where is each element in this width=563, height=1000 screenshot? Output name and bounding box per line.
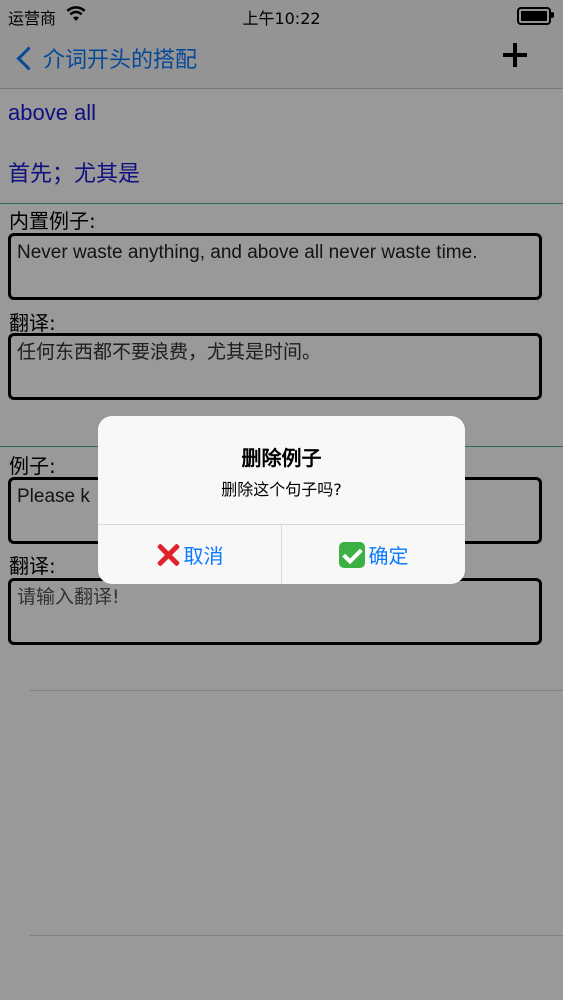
alert-message: 删除这个句子吗? bbox=[221, 480, 342, 499]
cross-mark-icon bbox=[156, 543, 180, 567]
delete-example-alert: 删除例子 删除这个句子吗? 取消 确定 bbox=[98, 416, 465, 584]
alert-title: 删除例子 bbox=[241, 446, 322, 470]
check-mark-icon bbox=[338, 541, 365, 568]
confirm-label: 确定 bbox=[368, 544, 409, 568]
cancel-button[interactable]: 取消 bbox=[98, 525, 281, 584]
confirm-button[interactable]: 确定 bbox=[282, 525, 465, 584]
cancel-label: 取消 bbox=[183, 544, 224, 568]
